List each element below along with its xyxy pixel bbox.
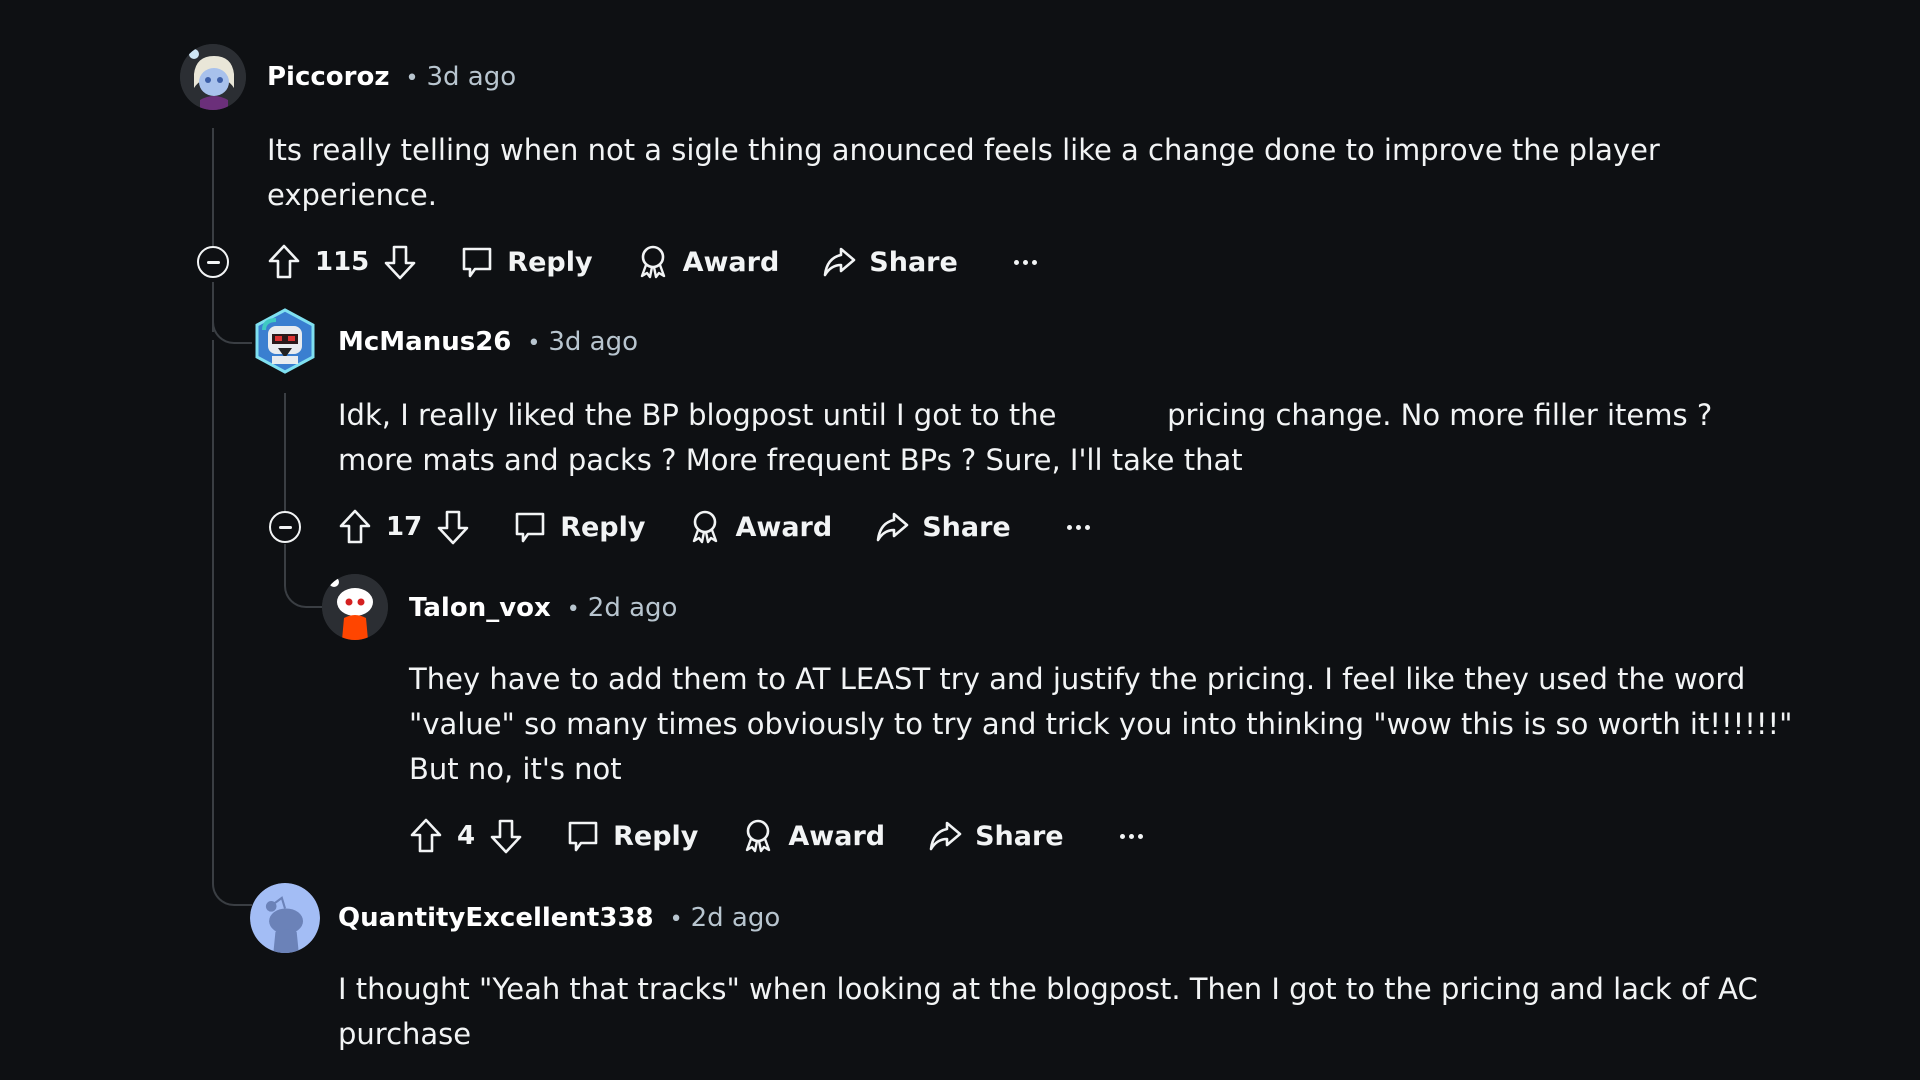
username[interactable]: Talon_vox	[409, 593, 551, 623]
user-avatar[interactable]	[252, 308, 318, 374]
share-button[interactable]: Share	[821, 244, 958, 280]
award-button[interactable]: Award	[635, 244, 780, 280]
ellipsis-icon	[1066, 524, 1072, 530]
share-arrow-icon	[876, 512, 909, 542]
timestamp[interactable]: 3d ago	[548, 327, 638, 357]
minus-icon	[206, 260, 220, 264]
username[interactable]: Piccoroz	[267, 62, 389, 92]
ellipsis-icon	[1022, 259, 1028, 265]
share-label: Share	[922, 511, 1011, 543]
ellipsis-icon	[1137, 833, 1143, 839]
collapse-thread-button[interactable]	[269, 511, 301, 543]
thread-branch-curve	[212, 860, 252, 906]
downvote-icon[interactable]	[489, 817, 523, 855]
downvote-icon[interactable]	[436, 508, 470, 546]
default-snoo-blue-avatar-icon	[250, 883, 320, 953]
comment-actions: 17 Reply Award Share	[338, 505, 1090, 549]
ellipsis-icon	[1119, 833, 1125, 839]
reply-button[interactable]: Reply	[459, 244, 593, 280]
timestamp[interactable]: 3d ago	[426, 62, 516, 92]
award-button[interactable]: Award	[687, 509, 832, 545]
upvote-icon[interactable]	[409, 817, 443, 855]
award-ribbon-icon	[693, 510, 718, 544]
reply-label: Reply	[507, 246, 593, 278]
comment-bubble-icon	[568, 821, 598, 852]
comment-meta: Talon_vox • 2d ago	[409, 593, 677, 623]
more-options-button[interactable]	[1013, 259, 1037, 265]
user-avatar[interactable]	[180, 44, 246, 110]
comment-body: Idk, I really liked the BP blogpost unti…	[338, 398, 1713, 477]
upvote-icon[interactable]	[338, 508, 372, 546]
separator-dot: •	[669, 907, 683, 932]
timestamp[interactable]: 2d ago	[588, 593, 678, 623]
comment-meta: McManus26 • 3d ago	[338, 327, 638, 357]
comment-body: I thought "Yeah that tracks" when lookin…	[338, 972, 1758, 1051]
robot-hexagon-avatar-icon	[255, 308, 315, 374]
comment-bubble-icon	[515, 512, 545, 543]
share-label: Share	[869, 246, 958, 278]
anime-character-avatar-icon	[180, 44, 246, 110]
ellipsis-icon	[1075, 524, 1081, 530]
vote-count: 17	[386, 512, 423, 542]
share-button[interactable]: Share	[874, 509, 1011, 545]
reply-label: Reply	[613, 820, 699, 852]
username[interactable]: McManus26	[338, 327, 511, 357]
separator-dot: •	[527, 331, 541, 356]
award-label: Award	[788, 820, 886, 852]
collapse-thread-button[interactable]	[197, 246, 229, 278]
comment-actions: 115 Reply Award Share	[267, 240, 1037, 284]
thread-line-level2[interactable]	[284, 393, 286, 511]
award-label: Award	[682, 246, 780, 278]
share-arrow-icon	[823, 247, 856, 277]
snoo-orange-hoodie-avatar-icon	[322, 574, 388, 640]
user-avatar[interactable]	[250, 883, 320, 953]
award-ribbon-icon	[746, 819, 771, 853]
more-options-button[interactable]	[1066, 524, 1090, 530]
ellipsis-icon	[1013, 259, 1019, 265]
ellipsis-icon	[1084, 524, 1090, 530]
share-label: Share	[975, 820, 1064, 852]
award-ribbon-icon	[640, 245, 665, 279]
vote-count: 115	[315, 247, 370, 277]
reply-button[interactable]: Reply	[565, 818, 698, 854]
thread-branch-curve	[284, 544, 324, 608]
share-arrow-icon	[929, 821, 962, 851]
downvote-icon[interactable]	[383, 243, 417, 281]
thread-line-level1[interactable]	[212, 128, 214, 246]
comment-meta: Piccoroz • 3d ago	[267, 62, 516, 92]
thread-line-level1[interactable]	[212, 340, 214, 880]
comment-actions: 4 Reply Award Share	[409, 814, 1143, 858]
share-button[interactable]: Share	[927, 818, 1064, 854]
minus-icon	[278, 525, 292, 529]
award-button[interactable]: Award	[740, 818, 885, 854]
award-label: Award	[735, 511, 833, 543]
ellipsis-icon	[1031, 259, 1037, 265]
separator-dot: •	[405, 66, 419, 91]
comment-meta: QuantityExcellent338 • 2d ago	[338, 903, 780, 933]
reply-label: Reply	[560, 511, 646, 543]
separator-dot: •	[566, 597, 580, 622]
reply-button[interactable]: Reply	[512, 509, 645, 545]
more-options-button[interactable]	[1119, 833, 1143, 839]
ellipsis-icon	[1128, 833, 1134, 839]
user-avatar[interactable]	[322, 574, 388, 640]
comment-body: Its really telling when not a sigle thin…	[267, 133, 1660, 212]
comment-bubble-icon	[462, 247, 492, 278]
username[interactable]: QuantityExcellent338	[338, 903, 654, 933]
vote-count: 4	[457, 821, 476, 851]
thread-branch-curve	[212, 320, 252, 344]
timestamp[interactable]: 2d ago	[691, 903, 781, 933]
upvote-icon[interactable]	[267, 243, 301, 281]
comment-body: They have to add them to AT LEAST try an…	[409, 662, 1793, 786]
